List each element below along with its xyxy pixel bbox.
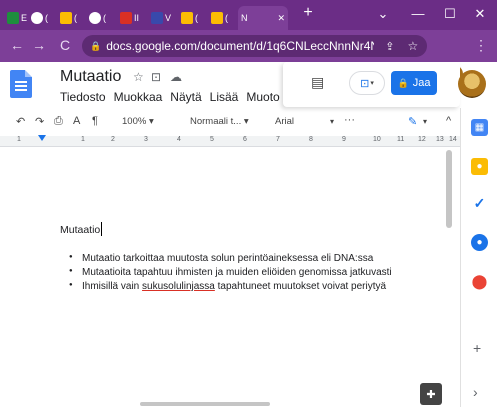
more-options-icon[interactable]: ··· [344,114,355,126]
drive-favicon-icon [181,12,193,24]
bookmark-star-icon[interactable]: ☆ [407,39,418,53]
editing-toolbar: ↶ ↷ ⎙ A ¶ 100% ▾ Normaali t... ▾ Arial ▾… [0,108,460,136]
github-favicon-icon [89,12,101,24]
side-panel: ▦ ● ✓ ● ⬤ + › [460,108,497,407]
menu-bar: Tiedosto Muokkaa Näytä Lisää Muoto Ty [60,90,282,104]
browser-tab-strip: E ( ( ( II V ( ( N ✕ + ⌄ — ☐ ✕ [0,0,497,30]
list-item[interactable]: Mutaatio tarkoittaa muutosta solun perin… [69,253,373,264]
editing-mode-pencil-icon[interactable]: ✎ [408,115,417,128]
tasks-icon[interactable]: ✓ [471,195,488,212]
ms-favicon-icon [151,12,163,24]
list-item[interactable]: Mutaatioita tapahtuu ihmisten ja muiden … [69,267,392,278]
move-folder-icon[interactable]: ⊡ [151,70,161,84]
document-canvas[interactable]: Mutaatio Mutaatio tarkoittaa muutosta so… [0,147,460,407]
document-heading[interactable]: Mutaatio [60,224,100,236]
redo-icon[interactable]: ↷ [35,115,44,128]
text-cursor [101,222,102,236]
present-icon: ⊡ [360,77,370,90]
undo-icon[interactable]: ↶ [16,115,25,128]
spelling-underlined-word[interactable]: sukusolulinjassa [142,281,215,292]
style-select[interactable]: Normaali t... ▾ [190,116,249,127]
tab-5[interactable]: II [117,6,142,30]
hide-menus-icon[interactable]: ^ [446,115,451,127]
maximize-button[interactable]: ☐ [437,6,463,22]
maps-icon[interactable]: ⬤ [471,273,488,290]
url-text: docs.google.com/document/d/1q6CNLeccNnnN… [106,39,374,53]
menu-format[interactable]: Muoto [246,90,279,104]
lock-icon: 🔒 [90,40,102,51]
install-icon[interactable]: ⇪ [385,40,394,53]
url-input[interactable]: 🔒 docs.google.com/document/d/1q6CNLeccNn… [82,35,427,57]
docs-logo-icon[interactable] [10,70,32,98]
contacts-icon[interactable]: ● [471,234,488,251]
tab-6[interactable]: V [148,6,174,30]
present-button[interactable]: ⊡ ▾ [349,71,385,95]
ruler: 1 1 2 3 4 5 6 7 8 9 10 11 12 13 14 [0,135,460,147]
back-icon[interactable]: ← [8,37,26,53]
expand-panel-icon[interactable]: › [473,384,478,400]
github-favicon-icon [31,12,43,24]
tab-search-icon[interactable]: ⌄ [370,6,396,22]
drive-favicon-icon [211,12,223,24]
chevron-down-icon: ▾ [370,80,374,87]
comment-history-icon[interactable]: ▤ [311,74,324,91]
header-actions: ▤ ⊡ ▾ 🔒 Jaa [283,62,460,107]
tab-2[interactable]: ( [28,6,51,30]
drive-favicon-icon [60,12,72,24]
menu-insert[interactable]: Lisää [210,90,239,104]
new-tab-button[interactable]: + [295,4,321,22]
spellcheck-icon[interactable]: A [73,115,80,127]
zoom-select[interactable]: 100% ▾ [122,116,154,127]
forward-icon[interactable]: → [30,37,48,53]
calendar-icon[interactable]: ▦ [471,119,488,136]
menu-file[interactable]: Tiedosto [60,90,106,104]
close-window-button[interactable]: ✕ [467,6,493,22]
mode-chevron-down-icon[interactable]: ▾ [423,117,427,126]
explore-button[interactable]: ✚ [420,383,442,405]
minimize-button[interactable]: — [405,6,431,21]
close-tab-icon[interactable]: ✕ [277,13,285,24]
lock-icon: 🔒 [397,77,409,88]
reload-icon[interactable]: C [56,37,74,53]
print-icon[interactable]: ⎙ [54,115,63,128]
is-favicon-icon [120,12,132,24]
share-button[interactable]: 🔒 Jaa [391,71,437,95]
font-chevron-down-icon[interactable]: ▾ [330,117,334,126]
font-select[interactable]: Arial [275,116,294,127]
cloud-saved-icon[interactable]: ☁ [170,70,182,84]
tab-7[interactable]: ( [178,6,201,30]
account-avatar[interactable] [458,70,486,98]
tab-1[interactable]: E [4,6,30,30]
menu-edit[interactable]: Muokkaa [114,90,163,104]
document-title[interactable]: Mutaatio [60,68,121,86]
indent-marker-icon[interactable] [38,135,46,141]
sheets-favicon-icon [7,12,19,24]
menu-view[interactable]: Näytä [170,90,201,104]
tab-4[interactable]: ( [86,6,109,30]
tab-active-docs[interactable]: N ✕ [238,6,288,30]
browser-menu-icon[interactable]: ⋮ [472,37,490,54]
list-item[interactable]: Ihmisillä vain sukusolulinjassa tapahtun… [69,281,386,292]
tab-8[interactable]: ( [208,6,231,30]
vertical-scrollbar[interactable] [446,150,452,228]
tab-3[interactable]: ( [57,6,80,30]
star-icon[interactable]: ☆ [133,70,144,84]
address-bar-row: ← → C 🔒 docs.google.com/document/d/1q6CN… [0,30,497,83]
keep-icon[interactable]: ● [471,158,488,175]
add-addon-icon[interactable]: + [473,340,481,356]
horizontal-scrollbar[interactable] [140,402,270,406]
paint-format-icon[interactable]: ¶ [92,115,98,127]
